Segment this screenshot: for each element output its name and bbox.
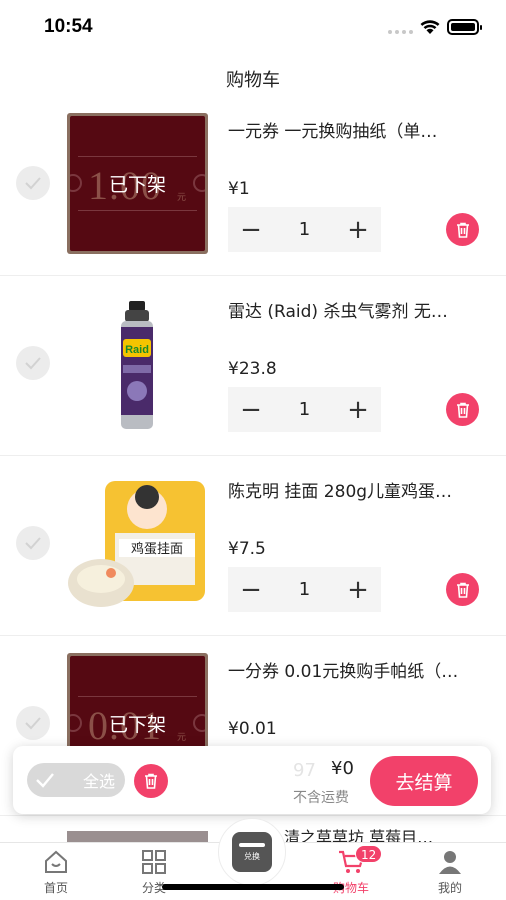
product-price: ¥0.01 bbox=[228, 719, 277, 739]
checkout-button[interactable]: 去结算 bbox=[370, 756, 478, 806]
delete-button[interactable] bbox=[446, 573, 479, 606]
check-icon bbox=[25, 717, 41, 730]
check-icon bbox=[33, 768, 57, 792]
offline-label: 已下架 bbox=[108, 714, 166, 736]
trash-icon bbox=[456, 402, 469, 418]
signal-icon bbox=[388, 30, 413, 34]
quantity-value[interactable]: 1 bbox=[274, 399, 335, 420]
cart-list: 1.00 元 已下架 一元券 一元换购抽纸（单… ¥1 − 1 + Raid 雷… bbox=[0, 96, 506, 816]
item-checkbox[interactable] bbox=[16, 166, 50, 200]
user-icon bbox=[439, 851, 461, 874]
offline-label: 已下架 bbox=[108, 174, 166, 196]
item-checkbox[interactable] bbox=[16, 526, 50, 560]
product-image[interactable]: 鸡蛋挂面 bbox=[67, 473, 208, 614]
status-time: 10:54 bbox=[44, 16, 93, 37]
quantity-value[interactable]: 1 bbox=[274, 579, 335, 600]
delete-button[interactable] bbox=[446, 213, 479, 246]
minus-button[interactable]: − bbox=[228, 387, 274, 432]
check-icon bbox=[25, 357, 41, 370]
product-price: ¥7.5 bbox=[228, 539, 266, 559]
exchange-center-button[interactable]: 兑换 bbox=[218, 818, 286, 886]
battery-icon bbox=[447, 19, 482, 35]
product-name[interactable]: 陈克明 挂面 280g儿童鸡蛋… bbox=[228, 477, 488, 502]
product-price: ¥1 bbox=[228, 179, 250, 199]
select-all-label: 全选 bbox=[83, 772, 116, 791]
home-icon bbox=[45, 850, 67, 873]
bulk-delete-button[interactable] bbox=[134, 764, 168, 798]
hidden-quantity: 97 bbox=[293, 760, 316, 781]
tab-label: 我的 bbox=[437, 881, 462, 895]
product-image[interactable]: 1.00 元 已下架 bbox=[67, 113, 208, 254]
check-icon bbox=[25, 537, 41, 550]
cart-badge: 12 bbox=[355, 845, 383, 863]
tab-home[interactable]: 首页 bbox=[16, 847, 96, 896]
shipping-note: 不含运费 bbox=[293, 790, 349, 806]
plus-button[interactable]: + bbox=[335, 207, 381, 252]
quantity-stepper: − 1 + bbox=[228, 207, 381, 252]
minus-button[interactable]: − bbox=[228, 567, 274, 612]
item-checkbox[interactable] bbox=[16, 346, 50, 380]
home-indicator bbox=[162, 884, 344, 890]
grid-icon bbox=[142, 850, 166, 874]
tab-profile[interactable]: 我的 bbox=[410, 847, 490, 896]
exchange-icon: 兑换 bbox=[232, 832, 272, 872]
cart-item: Raid 雷达 (Raid) 杀虫气雾剂 无… ¥23.8 − 1 + bbox=[0, 276, 506, 456]
product-name[interactable]: 一元券 一元换购抽纸（单… bbox=[228, 117, 488, 142]
quantity-stepper: − 1 + bbox=[228, 387, 381, 432]
quantity-stepper: − 1 + bbox=[228, 567, 381, 612]
offline-mask: 已下架 bbox=[70, 116, 205, 251]
delete-button[interactable] bbox=[446, 393, 479, 426]
product-name[interactable]: 一分券 0.01元换购手帕纸（… bbox=[228, 657, 488, 682]
select-all-toggle[interactable]: 全选 bbox=[27, 763, 125, 797]
cart-item: 鸡蛋挂面 陈克明 挂面 280g儿童鸡蛋… ¥7.5 − 1 + bbox=[0, 456, 506, 636]
trash-icon bbox=[456, 222, 469, 238]
product-price: ¥23.8 bbox=[228, 359, 277, 379]
wifi-icon bbox=[420, 20, 440, 34]
spray-can-icon: Raid bbox=[121, 301, 153, 429]
check-icon bbox=[25, 177, 41, 190]
page-title: 购物车 bbox=[226, 70, 280, 91]
exchange-icon-text: 兑换 bbox=[244, 851, 260, 861]
package-label: 鸡蛋挂面 bbox=[131, 541, 183, 557]
trash-icon bbox=[456, 582, 469, 598]
product-image[interactable] bbox=[67, 831, 208, 842]
cart-item: 1.00 元 已下架 一元券 一元换购抽纸（单… ¥1 − 1 + bbox=[0, 96, 506, 276]
quantity-value[interactable]: 1 bbox=[274, 219, 335, 240]
plus-button[interactable]: + bbox=[335, 387, 381, 432]
trash-icon bbox=[145, 773, 157, 789]
noodle-package-icon: 鸡蛋挂面 bbox=[68, 481, 205, 607]
product-name[interactable]: 雷达 (Raid) 杀虫气雾剂 无… bbox=[228, 297, 488, 322]
brand-text: Raid bbox=[125, 344, 149, 356]
product-name[interactable]: 清之草草坊 草莓目… bbox=[284, 828, 433, 842]
plus-button[interactable]: + bbox=[335, 567, 381, 612]
tab-label: 首页 bbox=[43, 881, 68, 895]
minus-button[interactable]: − bbox=[228, 207, 274, 252]
status-bar: 10:54 bbox=[0, 0, 506, 54]
product-image[interactable]: Raid bbox=[67, 293, 208, 434]
checkout-bar: 全选 97 ¥0 不含运费 去结算 bbox=[13, 746, 491, 814]
item-checkbox[interactable] bbox=[16, 706, 50, 740]
total-price: ¥0 bbox=[331, 758, 354, 779]
